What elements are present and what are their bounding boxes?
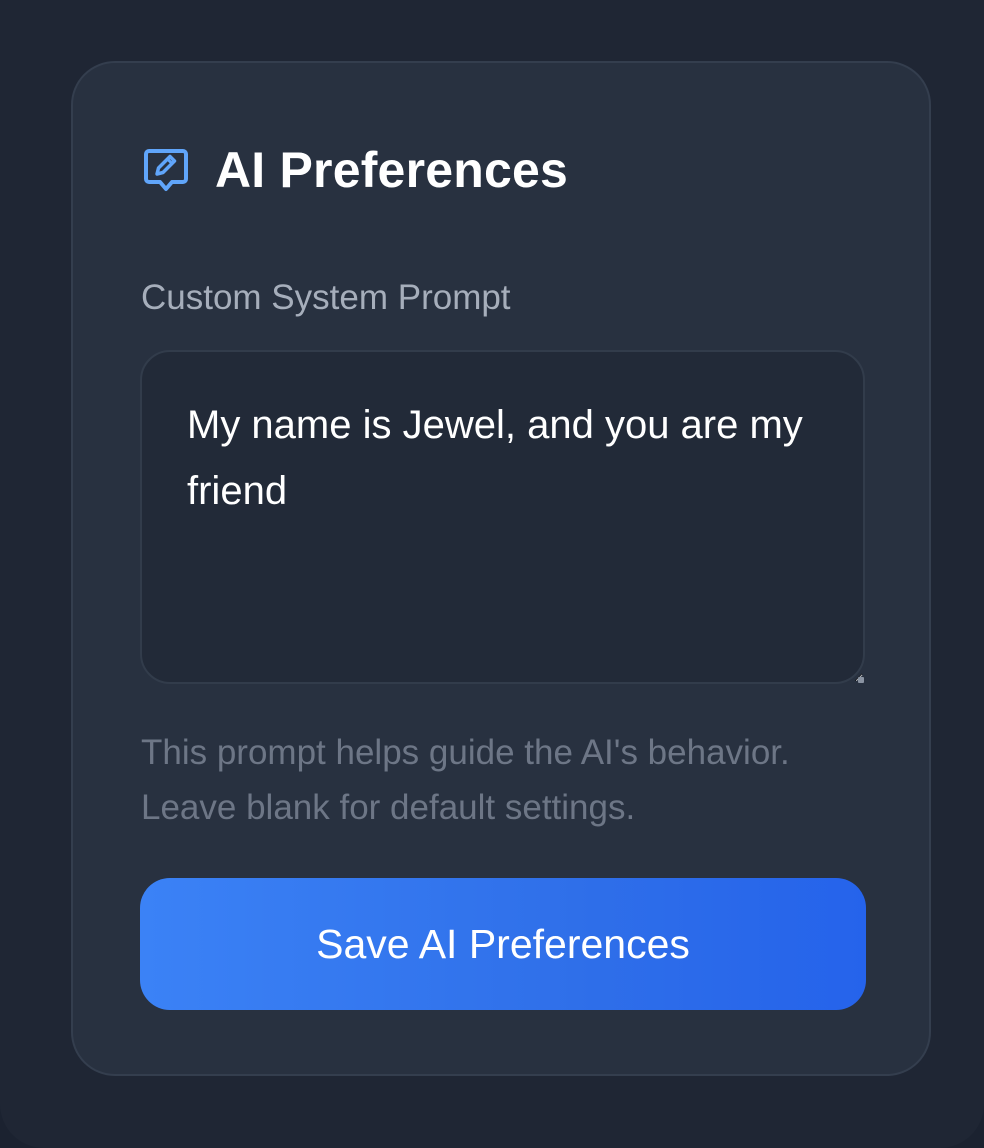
prompt-help-text: This prompt helps guide the AI's behavio… xyxy=(141,733,790,827)
card-title: AI Preferences xyxy=(215,142,568,198)
ai-preferences-card: AI Preferences Custom System Prompt My n… xyxy=(71,61,931,1076)
card-header: AI Preferences xyxy=(143,141,568,199)
custom-system-prompt-textarea[interactable]: My name is Jewel, and you are my friend xyxy=(140,350,865,684)
save-ai-preferences-button[interactable]: Save AI Preferences xyxy=(140,878,866,1010)
page-background: AI Preferences Custom System Prompt My n… xyxy=(0,0,984,1148)
textarea-resize-handle[interactable] xyxy=(858,677,864,683)
custom-system-prompt-label: Custom System Prompt xyxy=(141,278,511,317)
chat-edit-icon xyxy=(143,147,189,193)
